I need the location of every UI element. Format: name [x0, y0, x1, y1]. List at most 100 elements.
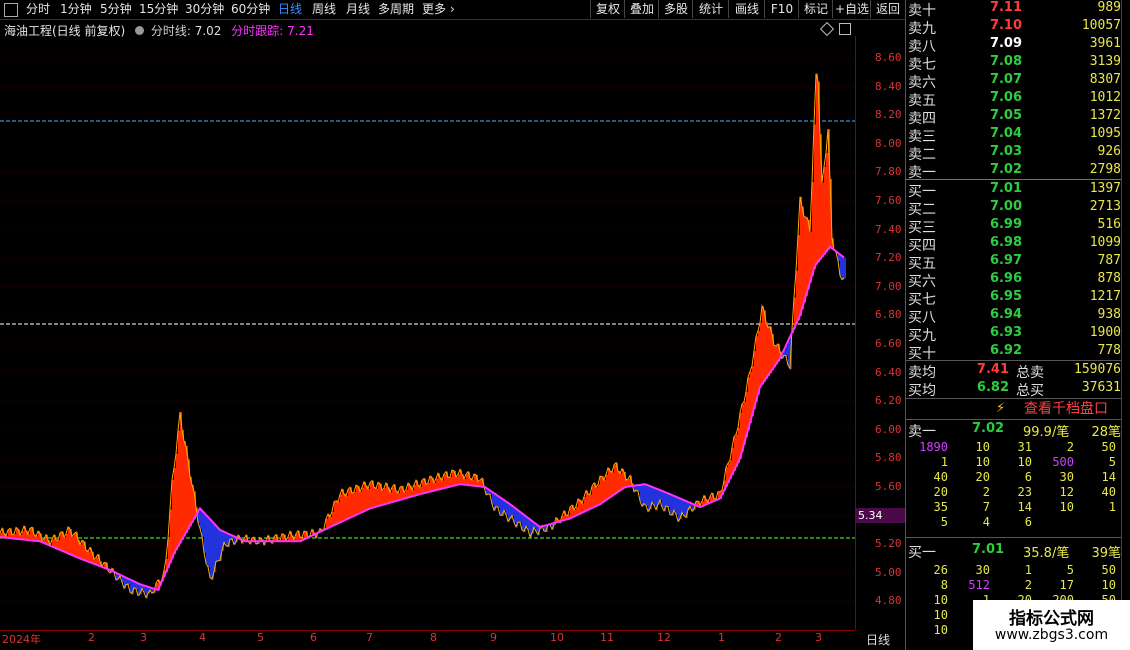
tab-period-9[interactable]: 多周期 [378, 1, 414, 18]
bid-row[interactable]: 买六 6.96 878 [906, 271, 1121, 290]
divider [906, 360, 1121, 361]
adjust-button[interactable]: 复权 [590, 0, 625, 18]
queue-cell: 40 [933, 470, 948, 484]
tab-period-7[interactable]: 周线 [312, 1, 336, 18]
tab-period-4[interactable]: 30分钟 [185, 1, 224, 18]
bid-level-label: 买一 [908, 184, 936, 200]
trend-fill-bar [466, 474, 468, 486]
trend-fill-bar [30, 528, 32, 541]
tab-period-8[interactable]: 月线 [346, 1, 370, 18]
tab-period-1[interactable]: 1分钟 [60, 1, 92, 18]
window-icon[interactable] [4, 3, 18, 17]
moving-average-line [0, 245, 845, 592]
price-tick: 7.40 [875, 222, 902, 236]
date-tick: 2 [88, 631, 95, 644]
bid-row[interactable]: 买十 6.92 778 [906, 343, 1121, 362]
axis-divider [855, 36, 856, 630]
tab-period-0[interactable]: 分时 [26, 1, 50, 18]
ask-row[interactable]: 卖六 7.07 8307 [906, 72, 1121, 91]
trend-fill-bar [360, 491, 362, 514]
queue-cell: 20 [933, 485, 948, 499]
chevron-right-icon[interactable]: › [450, 1, 455, 18]
mark-button[interactable]: 标记 [798, 0, 833, 18]
date-tick: 3 [815, 631, 822, 644]
diamond-icon[interactable] [819, 21, 835, 37]
price-tick: 4.80 [875, 594, 902, 608]
ask-row[interactable]: 卖一 7.02 2798 [906, 162, 1121, 181]
bid-row[interactable]: 买九 6.93 1900 [906, 325, 1121, 344]
trend-fill-bar [684, 500, 686, 517]
bid-row[interactable]: 买五 6.97 787 [906, 253, 1121, 272]
queue-cell: 4 [982, 515, 990, 529]
trend-fill-bar [60, 532, 62, 551]
bid-row[interactable]: 买三 6.99 516 [906, 217, 1121, 236]
bid-volume: 1099 [1089, 235, 1121, 250]
date-tick: 3 [140, 631, 147, 644]
time-axis-line [0, 630, 855, 631]
price-chart[interactable] [0, 36, 855, 630]
bid-price: 6.97 [989, 253, 1023, 268]
price-tick: 5.00 [875, 565, 902, 579]
ask-volume: 1372 [1089, 108, 1121, 123]
bid-volume: 1397 [1089, 181, 1121, 196]
thousand-level-button[interactable]: ⚡ 查看千档盘口 [906, 399, 1121, 419]
bid-volume: 516 [1097, 217, 1121, 232]
trend-fill-bar [422, 480, 424, 495]
bid-row[interactable]: 买二 7.00 2713 [906, 199, 1121, 218]
trend-fill-bar [226, 532, 228, 547]
ask-volume: 926 [1097, 144, 1121, 159]
tab-period-2[interactable]: 5分钟 [100, 1, 132, 18]
ask-row[interactable]: 卖三 7.04 1095 [906, 126, 1121, 145]
add-watchlist-button[interactable]: +自选 [832, 0, 871, 18]
ask-row[interactable]: 卖二 7.03 926 [906, 144, 1121, 163]
queue-cell: 10 [975, 440, 990, 454]
multi-stock-button[interactable]: 多股 [658, 0, 693, 18]
ask-row[interactable]: 卖八 7.09 3961 [906, 36, 1121, 55]
bid-level-label: 买九 [908, 328, 936, 344]
tab-period-3[interactable]: 15分钟 [139, 1, 178, 18]
bid-row[interactable]: 买四 6.98 1099 [906, 235, 1121, 254]
settings-dot-icon[interactable] [135, 26, 145, 35]
ask-row[interactable]: 卖五 7.06 1012 [906, 90, 1121, 109]
ask-row[interactable]: 卖四 7.05 1372 [906, 108, 1121, 127]
ask-volume: 3139 [1089, 54, 1121, 69]
date-tick: 4 [199, 631, 206, 644]
ask-level-label: 卖五 [908, 93, 936, 109]
sell1-price: 7.02 [972, 421, 1005, 436]
trend-fill-bar [374, 487, 376, 508]
panel-toggle-icon[interactable] [839, 23, 851, 35]
bid-price: 7.00 [989, 199, 1023, 214]
price-tick: 7.00 [875, 279, 902, 293]
tab-period-5[interactable]: 60分钟 [231, 1, 270, 18]
trend-fill-bar [762, 306, 764, 385]
trend-fill-bar [806, 217, 808, 296]
ask-row[interactable]: 卖七 7.08 3139 [906, 54, 1121, 73]
bid-price: 6.96 [989, 271, 1023, 286]
sell1-label: 卖一 [908, 424, 936, 440]
buy1-queue-header: 买一 7.01 35.8/笔 39笔 [906, 542, 1121, 561]
trend-fill-bar [354, 492, 356, 517]
trend-fill-bar [804, 216, 806, 303]
draw-line-button[interactable]: 画线 [728, 0, 765, 18]
overlay-button[interactable]: 叠加 [624, 0, 659, 18]
tab-period-6[interactable]: 日线 [278, 1, 302, 18]
stats-button[interactable]: 统计 [692, 0, 729, 18]
bid-row[interactable]: 买八 6.94 938 [906, 307, 1121, 326]
f10-button[interactable]: F10 [764, 0, 799, 18]
date-tick: 7 [366, 631, 373, 644]
date-tick: 10 [550, 631, 564, 644]
price-tick: 6.80 [875, 308, 902, 322]
trend-fill-bar [608, 467, 610, 500]
tab-period-10[interactable]: 更多 [422, 1, 446, 18]
ask-row[interactable]: 卖十 7.11 989 [906, 0, 1121, 19]
queue-cell: 8 [940, 578, 948, 592]
ask-row[interactable]: 卖九 7.10 10057 [906, 18, 1121, 37]
bid-row[interactable]: 买七 6.95 1217 [906, 289, 1121, 308]
sell1-orders: 28笔 [1091, 425, 1121, 440]
bid-row[interactable]: 买一 7.01 1397 [906, 181, 1121, 200]
spread-divider [906, 179, 1121, 180]
queue-cell: 14 [1017, 500, 1032, 514]
back-button[interactable]: 返回 [870, 0, 905, 18]
ask-price: 7.04 [989, 126, 1023, 141]
ask-volume: 989 [1097, 0, 1121, 15]
